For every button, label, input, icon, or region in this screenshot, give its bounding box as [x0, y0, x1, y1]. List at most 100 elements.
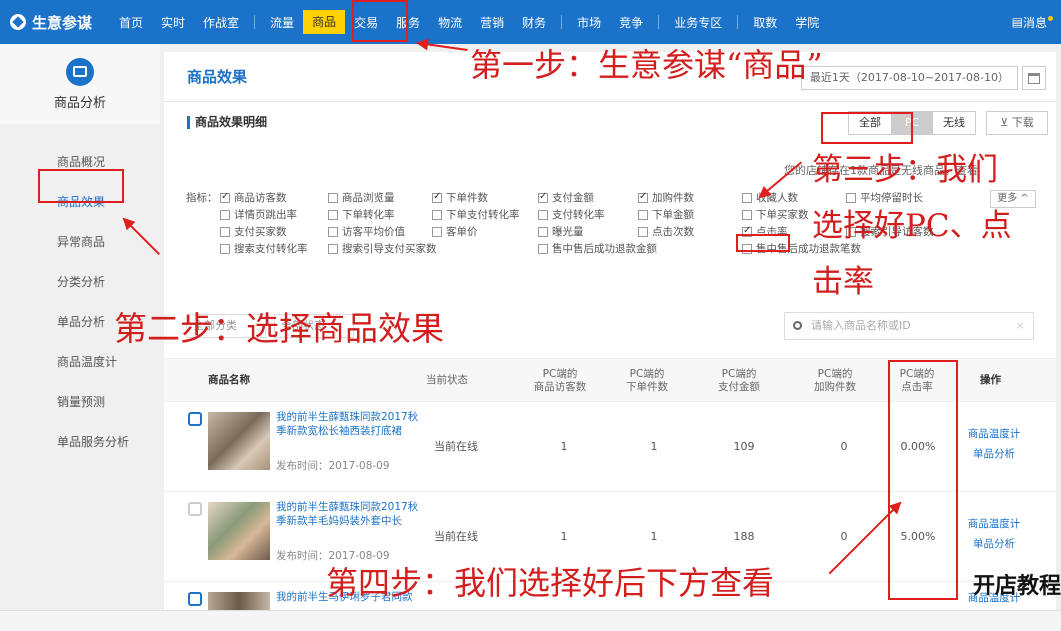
annotation-step3-line3: 击率 [812, 264, 874, 300]
metric-clicks[interactable]: 点击次数 [638, 224, 694, 239]
download-label: 下载 [1011, 116, 1034, 129]
metric-unit-price[interactable]: 客单价 [432, 224, 478, 239]
checkbox[interactable] [220, 209, 230, 220]
metric-search-pay-buyers[interactable]: 搜索引导支付买家数 [328, 241, 437, 256]
sidebar-item-service[interactable]: 单品服务分析 [0, 422, 160, 462]
date-range-select[interactable]: 最近1天（2017-08-10~2017-08-10） [800, 66, 1018, 90]
sidebar-item-abnormal[interactable]: 异常商品 [0, 222, 160, 262]
checkbox[interactable] [328, 243, 338, 254]
nav-item-traffic[interactable]: 流量 [261, 14, 303, 31]
checkbox[interactable] [220, 243, 230, 254]
checkbox[interactable] [432, 191, 442, 203]
metric-exposure[interactable]: 曝光量 [538, 224, 584, 239]
single-analysis-link[interactable]: 单品分析 [954, 534, 1034, 554]
checkbox[interactable] [638, 209, 648, 220]
header-pay-amount[interactable]: PC端的 支付金额 [704, 368, 774, 394]
section-title: 商品效果明细 [187, 115, 267, 129]
checkbox[interactable] [328, 192, 338, 203]
checkbox[interactable] [328, 226, 338, 237]
checkbox[interactable] [538, 226, 548, 237]
sidebar-item-forecast[interactable]: 销量预测 [0, 382, 160, 422]
header-status[interactable]: 当前状态 [426, 374, 468, 387]
metric-label: 支付转化率 [552, 209, 605, 221]
product-thumbnail[interactable] [208, 592, 270, 610]
nav-item-business-zone[interactable]: 业务专区 [665, 14, 731, 31]
nav-item-market[interactable]: 市场 [568, 14, 610, 31]
checkbox[interactable] [538, 191, 548, 203]
metric-label: 曝光量 [552, 226, 584, 238]
metric-search-pay-rate[interactable]: 搜索支付转化率 [220, 241, 308, 256]
download-button[interactable]: ⊻ 下载 [986, 111, 1048, 135]
header-name: 商品名称 [208, 374, 250, 386]
top-nav: 生意参谋 首页 实时 作战室 流量 商品 交易 服务 物流 营销 财务 市场 竞… [0, 0, 1061, 44]
header-cart-items[interactable]: PC端的 加购件数 [800, 368, 870, 394]
row-actions: 商品温度计 单品分析 [954, 514, 1034, 554]
checkbox[interactable] [432, 209, 442, 220]
metric-order-pay-rate[interactable]: 下单支付转化率 [432, 207, 520, 222]
metric-pay-buyers[interactable]: 支付买家数 [220, 224, 287, 239]
metric-pay-amount[interactable]: 支付金额 [538, 190, 594, 205]
nav-item-academy[interactable]: 学院 [786, 14, 828, 31]
messages-link[interactable]: ▤ 消息 [1012, 14, 1061, 31]
search-placeholder: 请输入商品名称或ID [811, 319, 911, 332]
clear-icon[interactable]: × [1016, 313, 1025, 339]
segment-wireless[interactable]: 无线 [933, 112, 975, 134]
product-name-link[interactable]: 我的前半生薛甄珠同款2017秋季新款羊毛妈妈装外套中长 [276, 500, 426, 528]
metric-visitors[interactable]: 商品访客数 [220, 190, 287, 205]
annotation-step3-line2: 选择好PC、点 [812, 208, 1012, 244]
checkbox[interactable] [220, 191, 230, 203]
metric-order-amount[interactable]: 下单金额 [638, 207, 694, 222]
metric-order-items[interactable]: 下单件数 [432, 190, 488, 205]
cell-order-items: 1 [650, 440, 658, 453]
search-input[interactable]: 请输入商品名称或ID × [784, 312, 1034, 340]
brand[interactable]: 生意参谋 [0, 12, 110, 33]
checkbox[interactable] [328, 209, 338, 220]
metric-visitor-value[interactable]: 访客平均价值 [328, 224, 405, 239]
sidebar-item-category[interactable]: 分类分析 [0, 262, 160, 302]
metric-cart-items[interactable]: 加购件数 [638, 190, 694, 205]
thermometer-link[interactable]: 商品温度计 [954, 514, 1034, 534]
metric-order-rate[interactable]: 下单转化率 [328, 207, 395, 222]
calendar-icon[interactable] [1022, 66, 1046, 90]
brand-label: 生意参谋 [32, 13, 93, 32]
checkbox[interactable] [638, 226, 648, 237]
product-thumbnail[interactable] [208, 502, 270, 560]
nav-item-home[interactable]: 首页 [110, 14, 152, 31]
product-name-link[interactable]: 我的前半生薛甄珠同款2017秋季新款宽松长袖西装打底裙 [276, 410, 426, 438]
metric-label: 商品访客数 [234, 192, 287, 204]
header-order-items[interactable]: PC端的 下单件数 [612, 368, 682, 394]
checkbox[interactable] [742, 209, 752, 220]
header-visitors[interactable]: PC端的 商品访客数 [520, 368, 600, 394]
metric-label: 支付买家数 [234, 226, 287, 238]
nav-item-logistics[interactable]: 物流 [429, 14, 471, 31]
metric-favorites[interactable]: 收藏人数 [742, 190, 798, 205]
checkbox[interactable] [220, 226, 230, 237]
checkbox[interactable] [742, 192, 752, 203]
cell-status: 当前在线 [434, 440, 478, 453]
metric-refund-amount[interactable]: 售中售后成功退款金额 [538, 241, 657, 256]
metrics-label: 指标： [186, 192, 218, 204]
nav-item-finance[interactable]: 财务 [513, 14, 555, 31]
bottom-bar [0, 610, 1061, 631]
nav-item-data[interactable]: 取数 [744, 14, 786, 31]
metric-order-buyers[interactable]: 下单买家数 [742, 207, 809, 222]
checkbox[interactable] [432, 226, 442, 237]
nav-item-warroom[interactable]: 作战室 [194, 14, 248, 31]
nav-item-goods[interactable]: 商品 [303, 10, 346, 34]
single-analysis-link[interactable]: 单品分析 [954, 444, 1034, 464]
nav-item-marketing[interactable]: 营销 [471, 14, 513, 31]
metric-pageviews[interactable]: 商品浏览量 [328, 190, 395, 205]
metric-label: 下单件数 [446, 192, 488, 204]
metric-label: 售中售后成功退款金额 [552, 243, 657, 255]
thermometer-link[interactable]: 商品温度计 [954, 424, 1034, 444]
metric-label: 下单转化率 [342, 209, 395, 221]
metric-pay-rate[interactable]: 支付转化率 [538, 207, 605, 222]
checkbox[interactable] [538, 243, 548, 254]
metric-bounce[interactable]: 详情页跳出率 [220, 207, 297, 222]
nav-item-competition[interactable]: 竞争 [610, 14, 652, 31]
checkbox[interactable] [538, 209, 548, 220]
notification-dot [1048, 15, 1053, 21]
checkbox[interactable] [638, 191, 648, 203]
product-thumbnail[interactable] [208, 412, 270, 470]
nav-item-realtime[interactable]: 实时 [152, 14, 194, 31]
